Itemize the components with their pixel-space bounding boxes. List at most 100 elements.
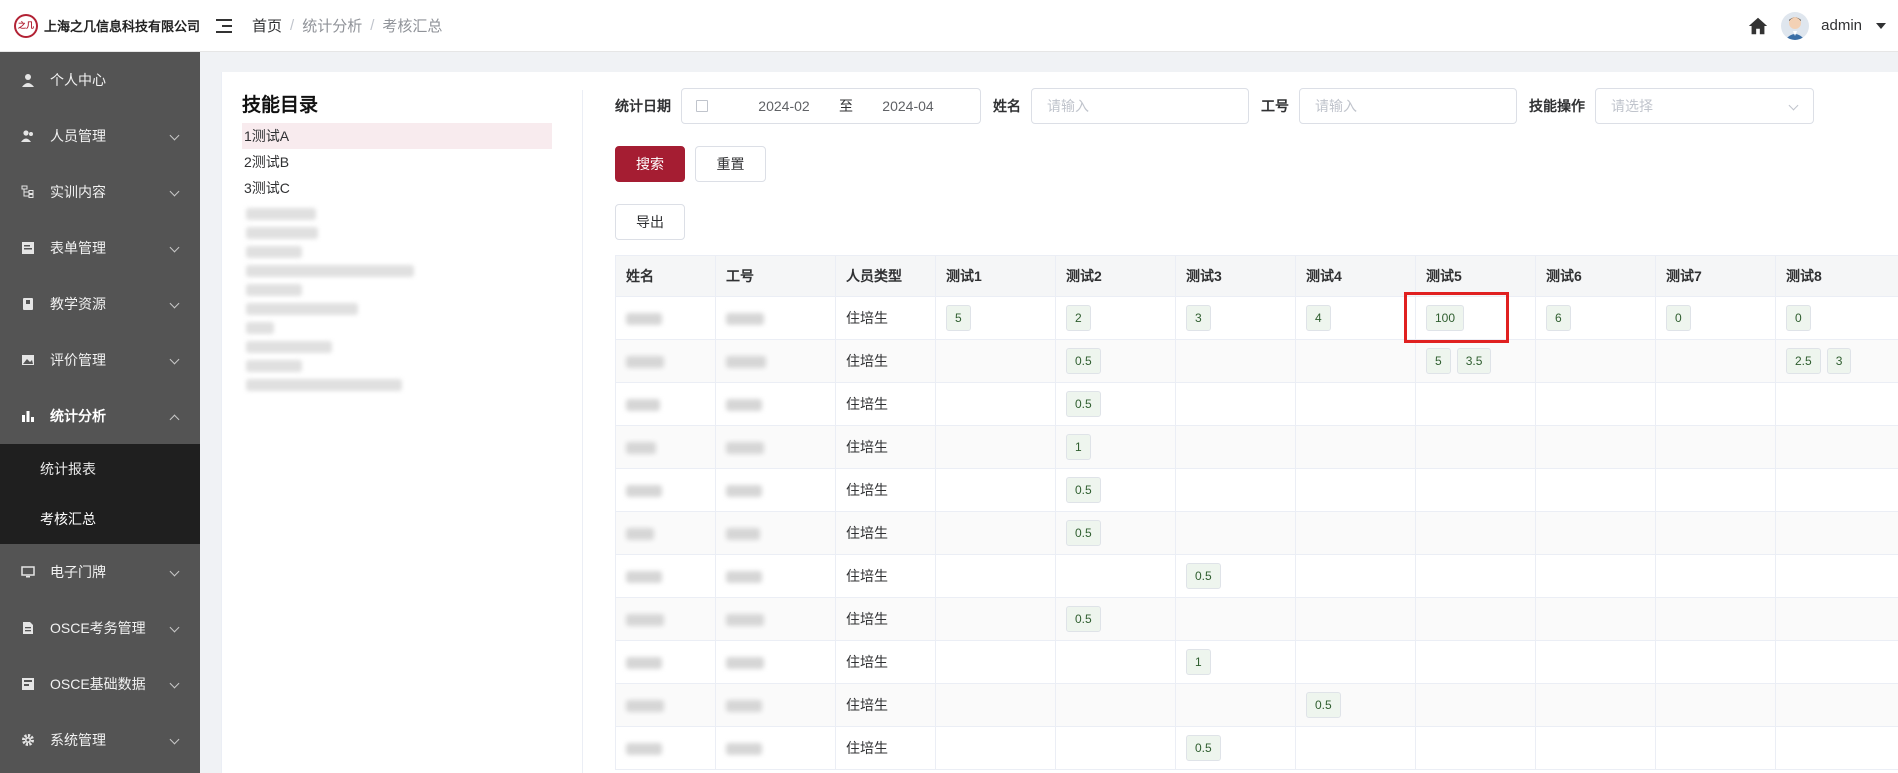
score-cell xyxy=(1535,425,1656,469)
breadcrumb-home[interactable]: 首页 xyxy=(252,15,282,36)
skill-op-select[interactable]: 请选择 xyxy=(1595,88,1814,124)
sidebar-item-osce-data[interactable]: OSCE基础数据 xyxy=(0,656,200,712)
sidebar-item-label: 统计分析 xyxy=(50,408,106,424)
score-tag[interactable]: 4 xyxy=(1306,305,1331,331)
date-end[interactable]: 2024-04 xyxy=(866,98,950,114)
redacted-id-cell xyxy=(715,382,836,426)
sidebar-item-resources[interactable]: 教学资源 xyxy=(0,276,200,332)
sidebar-item-statistics[interactable]: 统计分析 xyxy=(0,388,200,444)
score-cell xyxy=(1535,597,1656,641)
sidebar-item-personnel[interactable]: 人员管理 xyxy=(0,108,200,164)
sidebar-item-profile[interactable]: 个人中心 xyxy=(0,52,200,108)
person-type-cell: 住培生 xyxy=(835,339,936,383)
skill-item[interactable]: 1测试A xyxy=(242,123,552,149)
score-cell: 0.5 xyxy=(1175,726,1296,770)
home-icon[interactable] xyxy=(1747,15,1769,37)
date-start[interactable]: 2024-02 xyxy=(742,98,826,114)
column-header: 测试6 xyxy=(1535,255,1656,297)
chevron-down-icon xyxy=(169,130,180,141)
chevron-down-icon xyxy=(169,678,180,689)
score-cell: 1 xyxy=(1055,425,1176,469)
score-cell xyxy=(1535,554,1656,598)
score-cell: 0.5 xyxy=(1055,597,1176,641)
score-cell: 0.5 xyxy=(1055,339,1176,383)
table-row: 住培生 0.5 xyxy=(615,511,1898,555)
table-row: 住培生 0.5 xyxy=(615,597,1898,641)
score-tag[interactable]: 0.5 xyxy=(1186,563,1221,589)
score-cell xyxy=(1655,339,1776,383)
sidebar-subitem-report[interactable]: 统计报表 xyxy=(0,444,200,494)
score-cell xyxy=(1295,425,1416,469)
user-avatar[interactable] xyxy=(1781,11,1810,40)
search-button[interactable]: 搜索 xyxy=(615,146,685,182)
score-tag[interactable]: 5 xyxy=(1426,348,1451,374)
score-tag[interactable]: 6 xyxy=(1546,305,1571,331)
score-cell xyxy=(1535,726,1656,770)
table-row: 住培生 1 xyxy=(615,425,1898,469)
score-cell xyxy=(1415,597,1536,641)
redacted-name-cell xyxy=(615,683,716,727)
score-tag[interactable]: 100 xyxy=(1426,305,1465,331)
score-tag[interactable]: 0.5 xyxy=(1066,477,1101,503)
score-cell xyxy=(1775,597,1898,641)
redacted-name-cell xyxy=(615,425,716,469)
sidebar-subitem-summary[interactable]: 考核汇总 xyxy=(0,494,200,544)
redacted-name-cell xyxy=(615,597,716,641)
sidebar-item-forms[interactable]: 表单管理 xyxy=(0,220,200,276)
breadcrumb-stats[interactable]: 统计分析 xyxy=(302,15,362,36)
score-tag[interactable]: 0.5 xyxy=(1066,348,1101,374)
score-tag[interactable]: 0.5 xyxy=(1186,735,1221,761)
redacted-id-cell xyxy=(715,554,836,598)
score-cell xyxy=(1655,597,1776,641)
chevron-down-icon xyxy=(169,242,180,253)
redacted-id-cell xyxy=(715,468,836,512)
sidebar-item-training[interactable]: 实训内容 xyxy=(0,164,200,220)
name-input[interactable] xyxy=(1031,88,1249,124)
score-cell xyxy=(1535,683,1656,727)
score-tag[interactable]: 0.5 xyxy=(1066,520,1101,546)
score-tag[interactable]: 0.5 xyxy=(1306,692,1341,718)
table-row: 住培生 0.5 xyxy=(615,726,1898,770)
score-cell xyxy=(1175,382,1296,426)
sidebar-item-osce-exam[interactable]: OSCE考务管理 xyxy=(0,600,200,656)
date-range-picker[interactable]: 2024-02 至 2024-04 xyxy=(681,88,981,124)
score-tag[interactable]: 1 xyxy=(1186,649,1211,675)
score-tag[interactable]: 0.5 xyxy=(1066,391,1101,417)
score-tag[interactable]: 1 xyxy=(1066,434,1091,460)
score-cell xyxy=(1055,726,1176,770)
score-tag[interactable]: 0 xyxy=(1666,305,1691,331)
menu-toggle-icon[interactable] xyxy=(216,18,234,34)
skill-item[interactable]: 2测试B xyxy=(242,149,552,175)
user-name[interactable]: admin xyxy=(1821,17,1862,34)
person-type-cell: 住培生 xyxy=(835,382,936,426)
score-cell xyxy=(935,425,1056,469)
skill-item[interactable]: 3测试C xyxy=(242,175,552,201)
score-tag[interactable]: 2.5 xyxy=(1786,348,1821,374)
sidebar-item-doorplate[interactable]: 电子门牌 xyxy=(0,544,200,600)
sidebar-item-evaluation[interactable]: 评价管理 xyxy=(0,332,200,388)
score-cell xyxy=(1415,726,1536,770)
chevron-down-icon xyxy=(169,566,180,577)
score-cell xyxy=(935,339,1056,383)
score-tag[interactable]: 3 xyxy=(1826,348,1852,374)
sidebar-item-system[interactable]: 系统管理 xyxy=(0,712,200,768)
score-cell xyxy=(1175,597,1296,641)
score-cell xyxy=(1655,425,1776,469)
score-tag[interactable]: 3.5 xyxy=(1456,348,1492,374)
table-row: 住培生 5 2 3 4 100 6 0 0 xyxy=(615,296,1898,340)
score-tag[interactable]: 2 xyxy=(1066,305,1091,331)
id-input[interactable] xyxy=(1299,88,1517,124)
score-tag[interactable]: 0.5 xyxy=(1066,606,1101,632)
score-cell xyxy=(1295,726,1416,770)
score-tag[interactable]: 5 xyxy=(946,305,971,331)
score-tag[interactable]: 0 xyxy=(1786,305,1811,331)
score-cell xyxy=(935,554,1056,598)
score-cell xyxy=(1775,726,1898,770)
chevron-down-icon[interactable] xyxy=(1876,22,1886,29)
score-tag[interactable]: 3 xyxy=(1186,305,1211,331)
users-icon xyxy=(20,128,36,144)
company-logo[interactable]: 之几 上海之几信息科技有限公司 xyxy=(0,0,200,52)
skill-op-label: 技能操作 xyxy=(1529,98,1585,114)
export-button[interactable]: 导出 xyxy=(615,204,685,240)
reset-button[interactable]: 重置 xyxy=(695,146,766,182)
